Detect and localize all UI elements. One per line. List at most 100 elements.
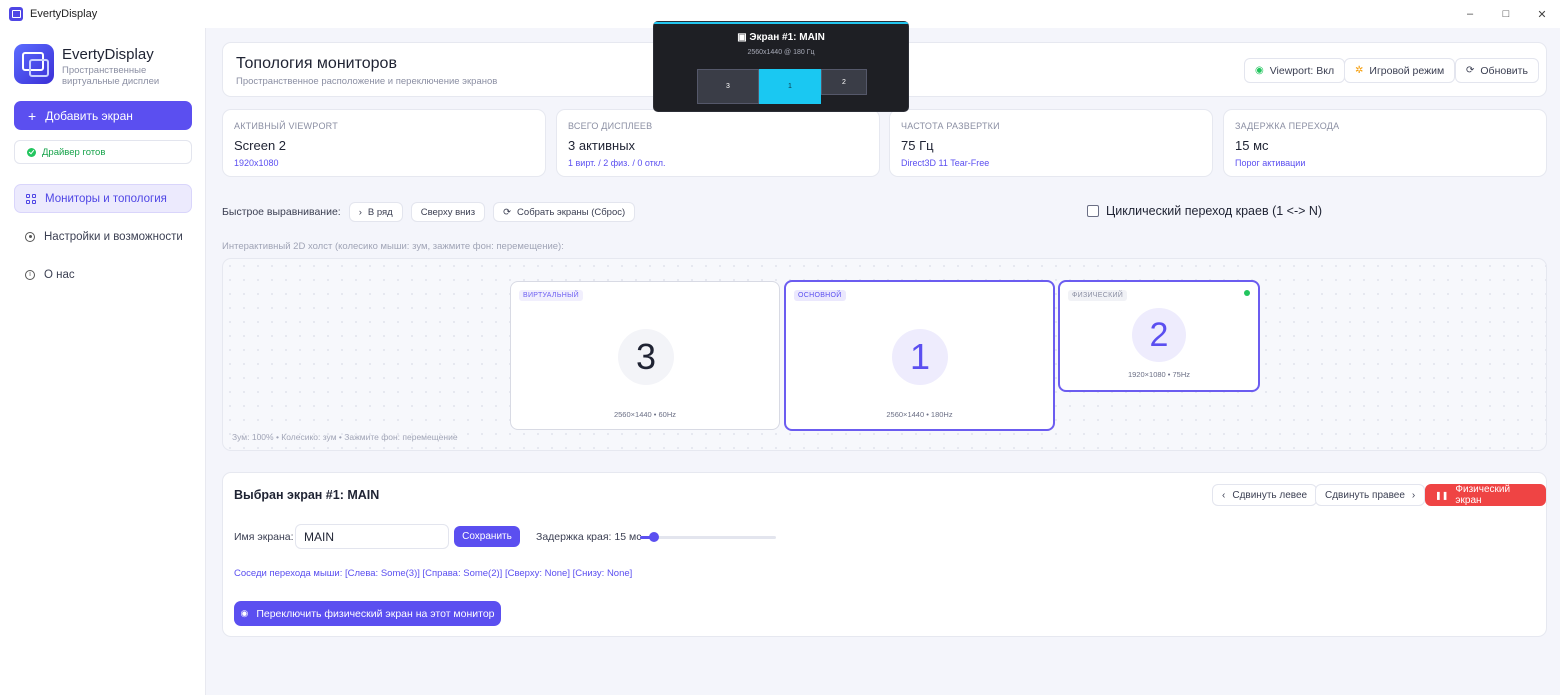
eye-icon: ◉ — [240, 608, 249, 618]
overlay-title-text: Экран #1: MAIN — [749, 32, 825, 43]
physical-screen-button[interactable]: ❚❚ Физический экран — [1425, 484, 1546, 506]
sidebar-item-settings[interactable]: Настройки и возможности — [14, 222, 192, 251]
stat-card-displays: ВСЕГО ДИСПЛЕЕВ 3 активных 1 вирт. / 2 фи… — [556, 109, 880, 177]
selected-screen-title: Выбран экран #1: MAIN — [234, 488, 380, 502]
stat-value: 75 Гц — [901, 138, 934, 153]
stat-sub: Direct3D 11 Tear-Free — [901, 158, 990, 168]
move-right-label: Сдвинуть правее — [1325, 489, 1405, 501]
active-indicator-dot — [1244, 290, 1250, 296]
brand-subtitle-line2: виртуальные дисплеи — [62, 76, 160, 87]
window-controls: – □ ✕ — [1452, 0, 1560, 28]
refresh-icon: ⟳ — [1466, 65, 1475, 76]
sidebar-item-about[interactable]: i О нас — [14, 260, 192, 289]
refresh-label: Обновить — [1480, 64, 1528, 77]
stat-sub: 1 вирт. / 2 физ. / 0 откл. — [568, 158, 666, 168]
stat-label: АКТИВНЫЙ VIEWPORT — [234, 121, 338, 131]
quick-align-label: Быстрое выравнивание: — [222, 206, 341, 218]
monitor-icon: ▣ — [737, 32, 750, 43]
close-button[interactable]: ✕ — [1524, 0, 1560, 28]
overlay-title: ▣ Экран #1: MAIN — [654, 32, 908, 43]
pause-icon: ❚❚ — [1435, 490, 1449, 500]
edge-delay-label: Задержка края: 15 мс — [536, 531, 642, 543]
overlay-monitor-2: 2 — [821, 69, 867, 95]
canvas-status: Зум: 100% • Колесико: зум • Зажмите фон:… — [232, 432, 458, 442]
switch-physical-screen-button[interactable]: ◉ Переключить физический экран на этот м… — [234, 601, 501, 626]
page-subtitle: Пространственное расположение и переключ… — [236, 76, 498, 87]
refresh-button[interactable]: ⟳ Обновить — [1455, 58, 1539, 83]
maximize-button[interactable]: □ — [1488, 0, 1524, 28]
move-right-button[interactable]: Сдвинуть правее › — [1315, 484, 1426, 506]
sidebar-item-monitors[interactable]: Мониторы и топология — [14, 184, 192, 213]
stat-card-refresh-rate: ЧАСТОТА РАЗВЕРТКИ 75 Гц Direct3D 11 Tear… — [889, 109, 1213, 177]
overlay-monitor-3: 3 — [697, 69, 759, 104]
topology-canvas[interactable]: ВИРТУАЛЬНЫЙ 3 2560×1440 • 60Hz ОСНОВНОЙ … — [222, 258, 1547, 451]
chevron-left-icon: ‹ — [1222, 489, 1226, 501]
align-top-down-label: Сверху вниз — [420, 206, 476, 218]
overlay-subtitle: 2560x1440 @ 180 Гц — [747, 49, 815, 56]
stat-value: 15 мс — [1235, 138, 1269, 153]
sidebar-item-label: Мониторы и топология — [45, 192, 167, 205]
add-screen-button[interactable]: + Добавить экран — [14, 101, 192, 130]
quick-align-toolbar: Быстрое выравнивание: › В ряд Сверху вни… — [222, 202, 643, 222]
align-row-button[interactable]: › В ряд — [348, 202, 403, 222]
move-left-button[interactable]: ‹ Сдвинуть левее — [1212, 484, 1318, 506]
canvas-caption: Интерактивный 2D холст (колесико мыши: з… — [222, 241, 564, 252]
cyclic-label: Циклический переход краев (1 <-> N) — [1106, 204, 1323, 218]
settings-icon — [25, 231, 35, 242]
stat-sub: Порог активации — [1235, 158, 1306, 168]
align-top-down-button[interactable]: Сверху вниз — [410, 202, 486, 222]
info-icon: i — [25, 269, 35, 280]
driver-status-badge: Драйвер готов — [14, 140, 192, 164]
brand-name: EvertyDisplay — [62, 46, 154, 63]
page-title: Топология мониторов — [236, 55, 397, 72]
screen-name-input[interactable] — [295, 524, 449, 549]
sidebar-item-label: О нас — [44, 268, 75, 281]
screen-name-label: Имя экрана: — [234, 531, 294, 543]
sidebar: EvertyDisplay Пространственные виртуальн… — [0, 28, 206, 695]
stat-value: 3 активных — [568, 138, 636, 153]
viewport-label: Viewport: Вкл — [1269, 64, 1335, 77]
monitor-resolution: 1920×1080 • 75Hz — [1127, 370, 1191, 379]
minimize-button[interactable]: – — [1452, 0, 1488, 28]
selected-screen-card: Выбран экран #1: MAIN ‹ Сдвинуть левее С… — [222, 472, 1547, 637]
stat-card-delay: ЗАДЕРЖКА ПЕРЕХОДА 15 мс Порог активации — [1223, 109, 1547, 177]
add-screen-label: Добавить экран — [45, 108, 133, 123]
monitor-number: 2 — [1132, 308, 1186, 362]
refresh-icon: ⟳ — [503, 206, 512, 218]
checkbox[interactable] — [1087, 205, 1099, 217]
gamepad-icon: ✲ — [1355, 65, 1364, 76]
window-title: EvertyDisplay — [30, 8, 98, 20]
brand-subtitle-line1: Пространственные — [62, 65, 147, 76]
stat-label: ЧАСТОТА РАЗВЕРТКИ — [901, 121, 1000, 131]
chevron-right-icon: › — [358, 206, 362, 218]
monitor-card-3[interactable]: ВИРТУАЛЬНЫЙ 3 2560×1440 • 60Hz — [510, 281, 780, 430]
monitor-number: 3 — [618, 329, 674, 385]
stat-label: ЗАДЕРЖКА ПЕРЕХОДА — [1235, 121, 1340, 131]
monitor-resolution: 2560×1440 • 180Hz — [886, 410, 953, 419]
slider-thumb[interactable] — [648, 532, 659, 542]
overlay-accent-bar — [654, 22, 908, 24]
overlay-monitor-1: 1 — [759, 69, 821, 104]
reset-screens-button[interactable]: ⟳ Собрать экраны (Сброс) — [493, 202, 636, 222]
cyclic-edge-toggle[interactable]: Циклический переход краев (1 <-> N) — [1087, 204, 1322, 218]
monitor-badge: ВИРТУАЛЬНЫЙ — [519, 290, 583, 301]
brand: EvertyDisplay Пространственные виртуальн… — [14, 44, 159, 87]
monitor-card-2[interactable]: ФИЗИЧЕСКИЙ 2 1920×1080 • 75Hz — [1058, 280, 1260, 392]
physical-screen-label: Физический экран — [1455, 484, 1511, 506]
monitor-card-1[interactable]: ОСНОВНОЙ 1 2560×1440 • 180Hz — [784, 280, 1055, 431]
viewport-toggle-button[interactable]: ◉ Viewport: Вкл — [1244, 58, 1346, 83]
sidebar-item-label: Настройки и возможности — [44, 230, 183, 243]
check-circle-icon — [27, 147, 36, 157]
edge-delay-slider[interactable] — [640, 532, 776, 542]
stat-card-viewport: АКТИВНЫЙ VIEWPORT Screen 2 1920x1080 — [222, 109, 546, 177]
game-mode-button[interactable]: ✲ Игровой режим — [1344, 58, 1456, 83]
chevron-right-icon: › — [1411, 489, 1416, 501]
app-logo-icon — [9, 7, 23, 21]
mouse-neighbors-info: Соседи перехода мыши: [Слева: Some(3)] [… — [234, 568, 633, 579]
switch-physical-screen-label: Переключить физический экран на этот мон… — [256, 607, 495, 620]
screen-overlay-popup: ▣ Экран #1: MAIN 2560x1440 @ 180 Гц 3 1 … — [653, 21, 909, 112]
brand-logo-icon — [14, 44, 54, 84]
move-left-label: Сдвинуть левее — [1232, 489, 1308, 501]
monitor-badge: ФИЗИЧЕСКИЙ — [1068, 290, 1128, 301]
save-button[interactable]: Сохранить — [454, 526, 520, 547]
